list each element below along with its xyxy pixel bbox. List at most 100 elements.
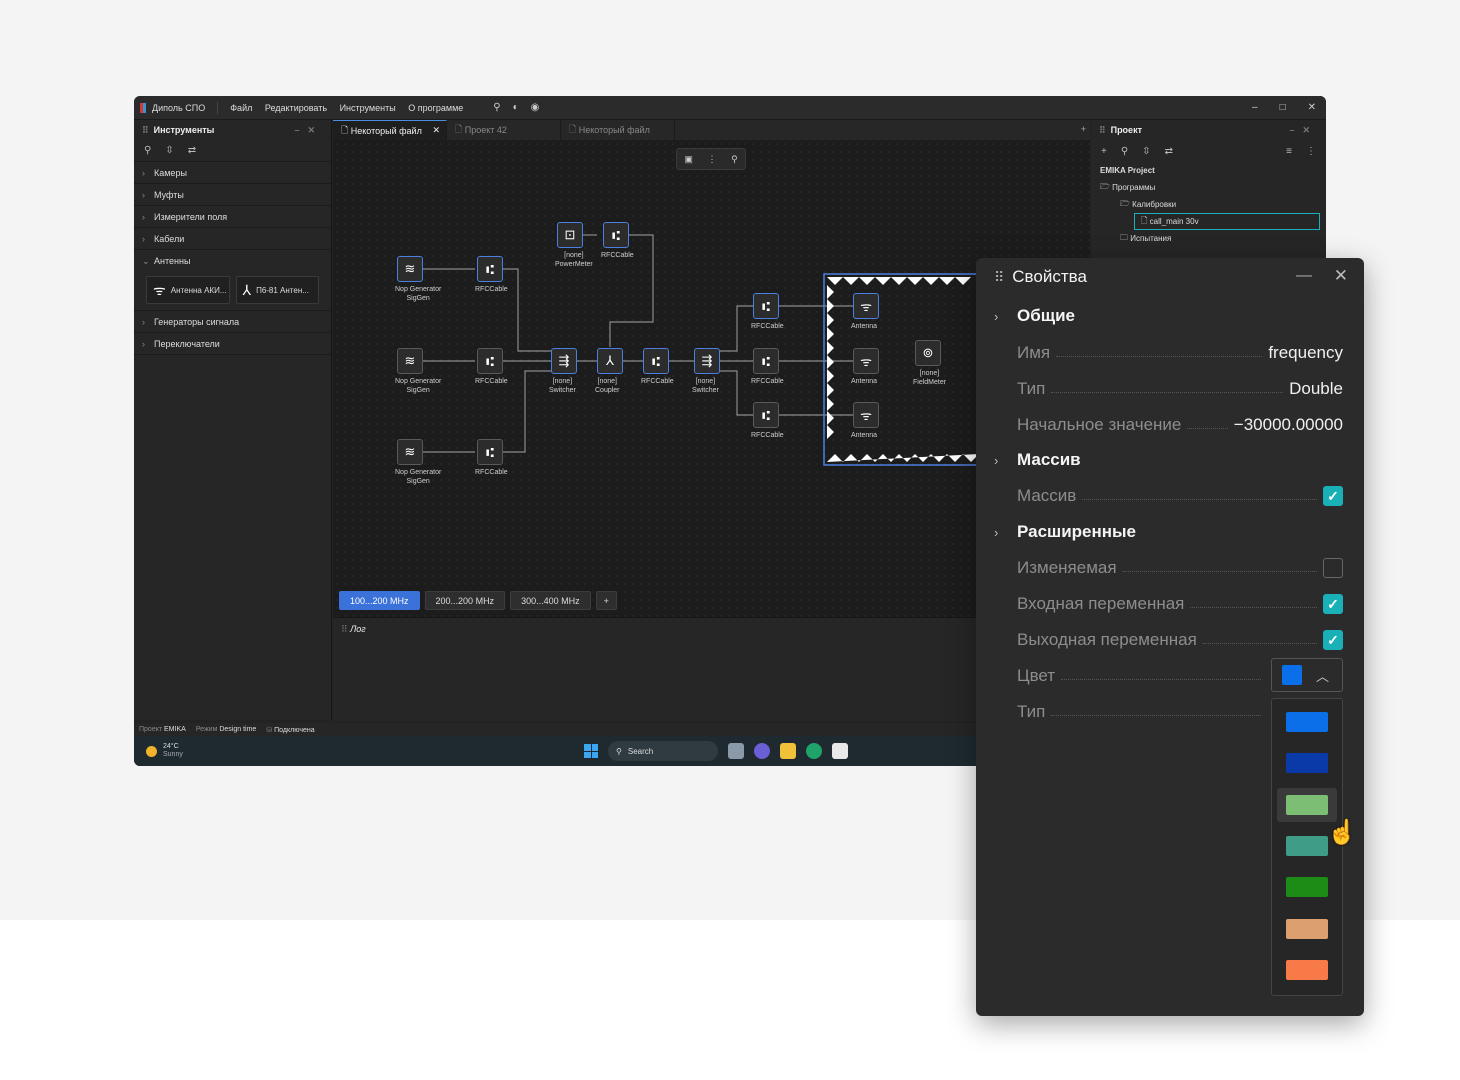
maximize-button[interactable]: □ <box>1280 102 1286 113</box>
freq-tab-2[interactable]: 200...200 MHz <box>424 591 506 610</box>
chevron-right-icon: › <box>994 452 999 468</box>
category-signal-generators[interactable]: › Генераторы сигнала <box>134 311 331 333</box>
search-icon[interactable]: ⚲ <box>1121 146 1128 157</box>
swap-icon[interactable]: ⇄ <box>188 145 196 156</box>
search-icon[interactable]: ⚲ <box>493 102 500 113</box>
prop-name-value[interactable]: frequency <box>1268 343 1343 363</box>
node-cab1[interactable]: ⑆ <box>477 256 503 282</box>
account-icon[interactable]: ◉ <box>531 102 540 113</box>
color-option[interactable] <box>1277 746 1337 780</box>
file-explorer-icon[interactable] <box>780 743 796 759</box>
section-general[interactable]: › Общие <box>976 298 1364 334</box>
input-variable-checkbox[interactable]: ✓ <box>1323 594 1343 614</box>
filter-icon[interactable]: ≡ <box>1286 146 1292 157</box>
color-option[interactable] <box>1277 705 1337 739</box>
weather-widget[interactable]: 24°C Sunny <box>146 743 183 759</box>
node-cab6[interactable]: ⑆ <box>753 293 779 319</box>
panel-controls[interactable]: –✕ <box>1289 125 1318 136</box>
tab-project-42[interactable]: 🗋 Проект 42 <box>447 120 561 140</box>
app-logo <box>140 102 146 113</box>
node-cab3[interactable]: ⑆ <box>477 348 503 374</box>
node-pm[interactable]: ⊡ <box>557 222 583 248</box>
windows-start-icon[interactable] <box>584 744 598 758</box>
section-extended[interactable]: › Расширенные <box>976 514 1364 550</box>
array-checkbox[interactable]: ✓ <box>1323 486 1343 506</box>
tree-item-selected-file[interactable]: 🗋 call_main 30v <box>1134 213 1320 230</box>
color-option[interactable] <box>1277 870 1337 904</box>
node-fm[interactable]: ⊚ <box>915 340 941 366</box>
more-icon[interactable]: ⋮ <box>1306 146 1316 157</box>
collapse-icon[interactable]: ⇳ <box>165 145 173 156</box>
antenna-item[interactable]: ⅄ П6-81 Антен... <box>235 276 319 304</box>
node-cab7[interactable]: ⑆ <box>753 348 779 374</box>
mutable-checkbox[interactable] <box>1323 558 1343 578</box>
chat-icon[interactable] <box>754 743 770 759</box>
color-option[interactable] <box>1277 912 1337 946</box>
swap-icon[interactable]: ⇄ <box>1165 146 1173 157</box>
menu-file[interactable]: Файл <box>230 103 252 113</box>
store-icon[interactable] <box>832 743 848 759</box>
tree-item-tests[interactable]: 🗀 Испытания <box>1100 230 1326 247</box>
tab-file-1[interactable]: 🗋 Некоторый файл ✕ <box>333 120 447 140</box>
color-option[interactable] <box>1277 953 1337 987</box>
menu-about[interactable]: О программе <box>408 103 463 113</box>
project-root[interactable]: EMIKA Project <box>1100 162 1326 179</box>
add-tab-button[interactable]: + <box>1081 124 1086 134</box>
add-icon[interactable]: + <box>1101 146 1107 157</box>
taskbar-search[interactable]: ⚲ Search <box>608 741 718 761</box>
node-gen2[interactable]: ≋ <box>397 348 423 374</box>
minimize-icon[interactable]: — <box>1296 267 1312 285</box>
cab-icon: ⑆ <box>486 353 494 369</box>
node-cab4[interactable]: ⑆ <box>643 348 669 374</box>
category-cables[interactable]: › Кабели <box>134 228 331 250</box>
color-select[interactable]: ︿ <box>1271 658 1343 692</box>
menu-tools[interactable]: Инструменты <box>340 103 396 113</box>
node-ant2[interactable]: ᯤ <box>853 348 879 374</box>
node-cab2[interactable]: ⑆ <box>603 222 629 248</box>
task-view-icon[interactable] <box>728 743 744 759</box>
section-array[interactable]: › Массив <box>976 442 1364 478</box>
tree-item-calibrations[interactable]: 🗁 Калибровки <box>1100 196 1326 213</box>
node-label: RFCCable <box>641 378 674 385</box>
node-label: Nop Generator SigGen <box>395 469 442 485</box>
category-cameras[interactable]: › Камеры <box>134 162 331 184</box>
color-option[interactable] <box>1277 787 1337 822</box>
tab-file-2[interactable]: 🗋 Некоторый файл <box>561 120 675 140</box>
file-icon: 🗋 <box>341 124 351 135</box>
close-button[interactable]: ✕ <box>1308 102 1316 113</box>
output-variable-checkbox[interactable]: ✓ <box>1323 630 1343 650</box>
freq-tab-3[interactable]: 300...400 MHz <box>510 591 591 610</box>
node-ant3[interactable]: ᯤ <box>853 402 879 428</box>
drag-handle-icon[interactable]: ⠿ <box>1099 125 1106 136</box>
prop-initial-value[interactable]: −30000.00000 <box>1234 415 1343 435</box>
drag-handle-icon[interactable]: ⠿ <box>994 269 1004 286</box>
theme-toggle-icon[interactable]: ◐ <box>513 102 519 113</box>
collapse-icon[interactable]: ⇳ <box>1142 146 1150 157</box>
search-icon[interactable]: ⚲ <box>144 145 151 156</box>
category-antennas[interactable]: ⌄ Антенны <box>134 250 331 272</box>
node-gen3[interactable]: ≋ <box>397 439 423 465</box>
freq-tab-1[interactable]: 100...200 MHz <box>339 591 420 610</box>
node-cab5[interactable]: ⑆ <box>477 439 503 465</box>
node-gen1[interactable]: ≋ <box>397 256 423 282</box>
drag-handle-icon[interactable]: ⠿ <box>341 624 350 634</box>
minimize-button[interactable]: – <box>1252 102 1258 113</box>
node-cab8[interactable]: ⑆ <box>753 402 779 428</box>
node-sw1[interactable]: ⇶ <box>551 348 577 374</box>
category-field-meters[interactable]: › Измерители поля <box>134 206 331 228</box>
drag-handle-icon[interactable]: ⠿ <box>142 125 149 136</box>
panel-controls[interactable]: –✕ <box>294 125 323 136</box>
close-icon[interactable]: ✕ <box>432 125 440 136</box>
tree-item-programs[interactable]: 🗁 Программы <box>1100 179 1326 196</box>
category-couplings[interactable]: › Муфты <box>134 184 331 206</box>
edge-browser-icon[interactable] <box>806 743 822 759</box>
node-sw2[interactable]: ⇶ <box>694 348 720 374</box>
menu-edit[interactable]: Редактировать <box>265 103 327 113</box>
add-freq-tab-button[interactable]: + <box>595 591 617 610</box>
antenna-item[interactable]: ᯤ Антенна АКИ... <box>146 276 230 304</box>
node-cp[interactable]: ⅄ <box>597 348 623 374</box>
category-switches[interactable]: › Переключатели <box>134 333 331 355</box>
close-icon[interactable]: ✕ <box>1334 266 1348 286</box>
node-ant1[interactable]: ᯤ <box>853 293 879 319</box>
prop-type-value[interactable]: Double <box>1289 379 1343 399</box>
